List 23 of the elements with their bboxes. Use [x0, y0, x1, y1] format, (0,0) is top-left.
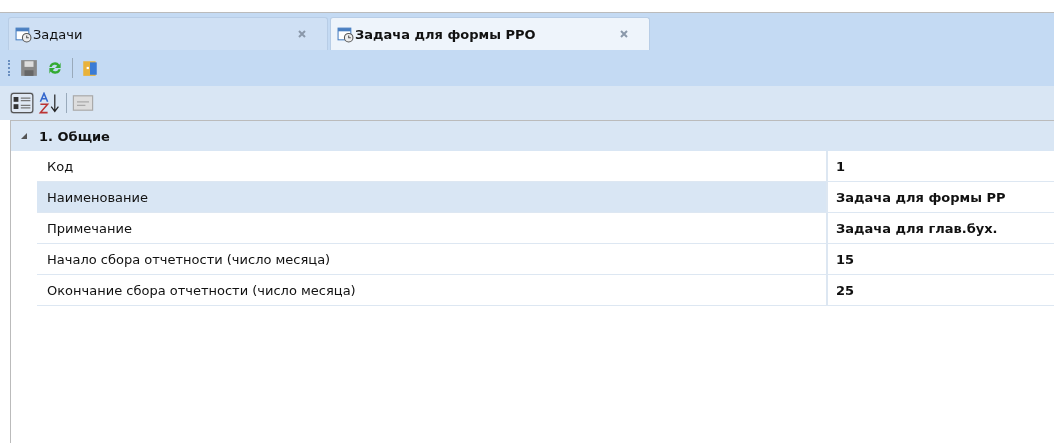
category-label: 1. Общие: [39, 128, 110, 144]
property-value[interactable]: Задача для глав.бух.: [828, 213, 1054, 243]
property-name[interactable]: Начало сбора отчетности (число месяца): [37, 244, 828, 274]
property-value[interactable]: 1: [828, 151, 1054, 181]
expand-arrow-icon[interactable]: [21, 133, 27, 139]
door-icon[interactable]: [81, 59, 99, 77]
property-name[interactable]: Примечание: [37, 213, 828, 243]
sort-alphabetical-icon[interactable]: [38, 92, 62, 114]
property-name[interactable]: Наименование: [37, 182, 828, 212]
categorized-view-icon[interactable]: [10, 92, 34, 114]
property-value[interactable]: 25: [828, 275, 1054, 305]
close-icon[interactable]: [297, 29, 307, 39]
category-row[interactable]: 1. Общие: [11, 121, 1054, 151]
property-pages-icon[interactable]: [71, 92, 95, 114]
tab[interactable]: Задача для формы РРО: [330, 17, 650, 50]
calendar-clock-icon: [15, 25, 32, 43]
property-value[interactable]: Задача для формы РР: [828, 182, 1054, 212]
tab[interactable]: Задачи: [8, 17, 328, 50]
property-name[interactable]: Окончание сбора отчетности (число месяца): [37, 275, 828, 305]
calendar-clock-icon: [337, 25, 354, 43]
close-icon[interactable]: [619, 29, 629, 39]
refresh-icon[interactable]: [46, 59, 64, 77]
property-value[interactable]: 15: [828, 244, 1054, 274]
